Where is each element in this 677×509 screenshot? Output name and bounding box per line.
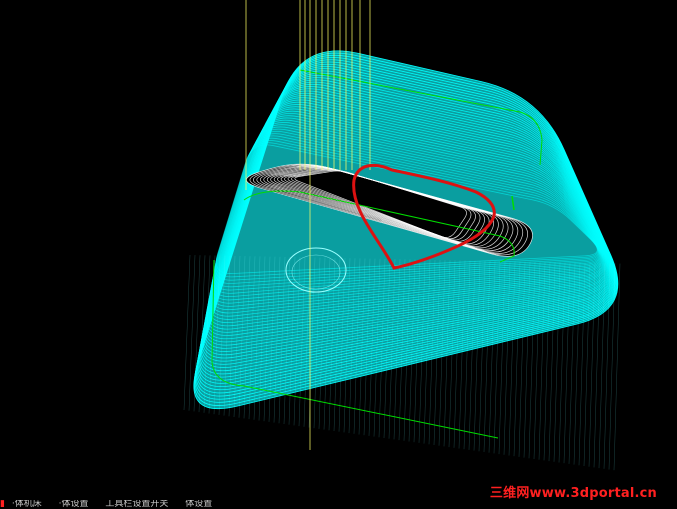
status-mark: ▮ <box>0 500 5 509</box>
status-text-2: ·体设置 <box>58 500 89 509</box>
status-text-1: ·体机床 <box>11 500 42 509</box>
status-text-3: 工具栏设置开关 <box>105 500 169 509</box>
status-bar: ▮ ·体机床 ·体设置 工具栏设置开关 体设置 <box>0 500 440 509</box>
toolpath-scene <box>183 0 621 471</box>
watermark-text: 三维网www.3dportal.cn <box>489 486 657 501</box>
wall-hatch <box>183 254 191 411</box>
status-text-4: 体设置 <box>185 500 213 509</box>
cad-viewport[interactable]: ▮ ·体机床 ·体设置 工具栏设置开关 体设置 三维网www.3dportal.… <box>0 0 677 509</box>
toolpath-shell <box>183 50 621 471</box>
